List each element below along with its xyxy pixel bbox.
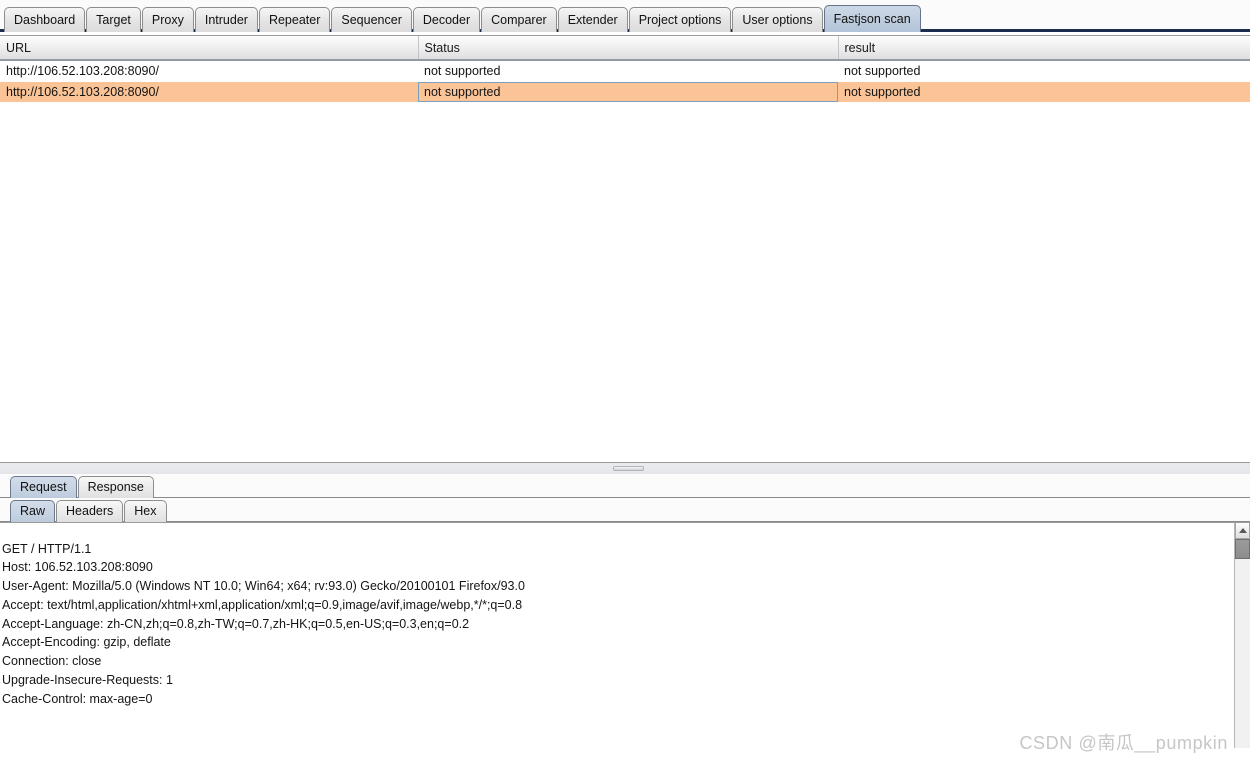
table-header: URL Status result — [0, 36, 1250, 61]
main-tab-dashboard[interactable]: Dashboard — [4, 7, 86, 32]
main-tab-intruder[interactable]: Intruder — [194, 7, 258, 32]
main-tab-sequencer[interactable]: Sequencer — [331, 7, 412, 32]
message-tab-request[interactable]: Request — [10, 476, 77, 498]
watermark-label: CSDN @南瓜__pumpkin — [1019, 733, 1228, 753]
main-tab-comparer[interactable]: Comparer — [481, 7, 557, 32]
table-row[interactable]: http://106.52.103.208:8090/not supported… — [0, 60, 1250, 82]
main-tab-proxy[interactable]: Proxy — [141, 7, 194, 32]
request-vertical-scrollbar[interactable] — [1234, 523, 1250, 748]
cell-status[interactable]: not supported — [418, 60, 838, 82]
main-tab-user-options[interactable]: User options — [732, 7, 823, 32]
main-tab-repeater[interactable]: Repeater — [258, 7, 331, 32]
message-tab-response[interactable]: Response — [77, 476, 154, 498]
cell-result[interactable]: not supported — [838, 81, 1250, 103]
cell-status[interactable]: not supported — [418, 81, 838, 103]
table-header-row: URL Status result — [0, 36, 1250, 61]
main-tab-decoder[interactable]: Decoder — [412, 7, 481, 32]
main-tab-bar: Dashboard Target Proxy Intruder Repeater Sequ… — [0, 0, 1250, 32]
chevron-up-icon — [1238, 528, 1247, 533]
message-viewer-panel: Request Response Raw Headers Hex GET / HTTP… — [0, 474, 1250, 770]
main-tab-project-options[interactable]: Project options — [628, 7, 732, 32]
main-tab-target[interactable]: Target — [86, 7, 141, 32]
view-tab-hex[interactable]: Hex — [124, 500, 167, 522]
cell-result[interactable]: not supported — [838, 60, 1250, 82]
cell-url[interactable]: http://106.52.103.208:8090/ — [0, 81, 418, 103]
scrollbar-thumb[interactable] — [1235, 539, 1250, 559]
scan-results-panel: URL Status result http://106.52.103.208:80… — [0, 35, 1250, 463]
main-tab-fastjson-scan[interactable]: Fastjson scan — [823, 5, 921, 32]
scan-results-table: URL Status result http://106.52.103.208:80… — [0, 36, 1250, 103]
view-tab-bar: Raw Headers Hex — [0, 498, 1250, 522]
request-raw-text: GET / HTTP/1.1 Host: 106.52.103.208:8090… — [2, 541, 525, 706]
message-tab-bar: Request Response — [0, 474, 1250, 498]
panel-splitter[interactable] — [0, 463, 1250, 474]
request-raw-area[interactable]: GET / HTTP/1.1 Host: 106.52.103.208:8090… — [0, 522, 1250, 748]
scroll-up-button[interactable] — [1235, 523, 1250, 539]
column-header-result[interactable]: result — [838, 36, 1250, 61]
splitter-grip-icon[interactable] — [613, 466, 644, 471]
table-row[interactable]: http://106.52.103.208:8090/not supported… — [0, 81, 1250, 103]
main-tab-extender[interactable]: Extender — [557, 7, 628, 32]
cell-url[interactable]: http://106.52.103.208:8090/ — [0, 60, 418, 82]
table-body: http://106.52.103.208:8090/not supported… — [0, 60, 1250, 103]
view-tab-raw[interactable]: Raw — [10, 500, 56, 522]
column-header-status[interactable]: Status — [418, 36, 839, 61]
view-tab-headers[interactable]: Headers — [56, 500, 124, 522]
column-header-url[interactable]: URL — [0, 36, 419, 61]
